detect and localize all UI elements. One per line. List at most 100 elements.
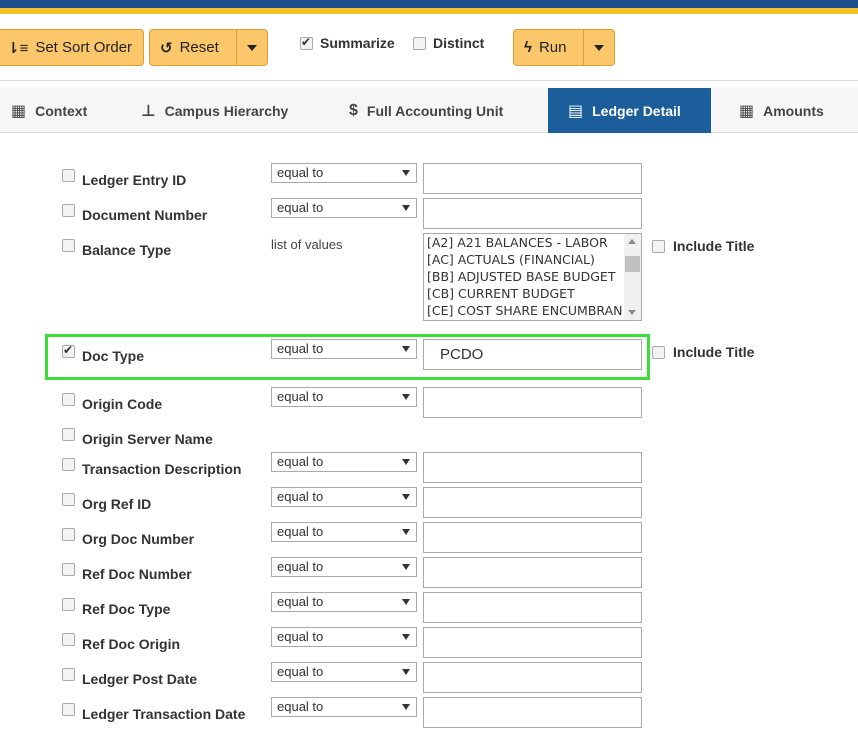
org-ref-id-input[interactable]	[423, 487, 642, 518]
sort-icon: ⇂≡	[7, 39, 29, 57]
doc-type-checkbox[interactable]	[62, 343, 75, 358]
operator-value: equal to	[277, 699, 324, 714]
ledger-transaction-date-label: Ledger Transaction Date	[82, 706, 246, 722]
balance-type-listbox[interactable]: [A2] A21 BALANCES - LABOR [AC] ACTUALS (…	[423, 233, 642, 321]
ledger-entry-id-checkbox[interactable]	[62, 169, 75, 182]
bolt-icon: ϟ	[524, 39, 532, 56]
sitemap-icon: ⊥	[141, 102, 156, 120]
document-number-checkbox[interactable]	[62, 204, 75, 217]
dollar-icon: $	[349, 101, 358, 119]
list-option[interactable]: [A2] A21 BALANCES - LABOR	[424, 234, 622, 251]
ref-doc-origin-label: Ref Doc Origin	[82, 636, 181, 652]
ref-doc-origin-checkbox[interactable]	[62, 633, 75, 646]
origin-code-operator-select[interactable]: equal to	[271, 387, 417, 407]
ref-doc-number-input[interactable]	[423, 557, 642, 588]
doc-type-input[interactable]: PCDO	[423, 339, 642, 370]
tab-campus-hierarchy[interactable]: ⊥ Campus Hierarchy	[141, 88, 288, 133]
document-number-input[interactable]	[423, 198, 642, 229]
distinct-label: Distinct	[433, 35, 485, 51]
doc-type-include-title-checkbox[interactable]	[652, 345, 665, 359]
reset-button[interactable]: ↺ Reset	[149, 29, 237, 66]
transaction-description-operator-select[interactable]: equal to	[271, 452, 417, 472]
include-title-label: Include Title	[673, 344, 755, 360]
ref-doc-type-checkbox[interactable]	[62, 598, 75, 611]
ref-doc-number-operator-select[interactable]: equal to	[271, 557, 417, 577]
list-option[interactable]: [BB] ADJUSTED BASE BUDGET	[424, 268, 622, 285]
caret-down-icon	[247, 44, 257, 51]
org-doc-number-checkbox[interactable]	[62, 528, 75, 541]
field-row-org-doc-number: Org Doc Number equal to	[0, 522, 858, 553]
field-row-org-ref-id: Org Ref ID equal to	[0, 487, 858, 518]
operator-value: equal to	[277, 454, 324, 469]
ref-doc-origin-operator-select[interactable]: equal to	[271, 627, 417, 647]
scroll-down-icon[interactable]	[628, 310, 636, 315]
run-button[interactable]: ϟ Run	[513, 29, 584, 66]
transaction-description-label: Transaction Description	[82, 461, 242, 477]
ledger-entry-id-label: Ledger Entry ID	[82, 172, 187, 188]
doc-type-operator-select[interactable]: equal to	[271, 339, 417, 359]
dropdown-arrow-icon	[402, 346, 410, 352]
field-row-balance-type: Balance Type list of values [A2] A21 BAL…	[0, 233, 858, 323]
operator-value: equal to	[277, 341, 324, 356]
reset-label: Reset	[179, 39, 219, 56]
summarize-checkbox[interactable]	[300, 35, 313, 50]
org-ref-id-operator-select[interactable]: equal to	[271, 487, 417, 507]
ledger-transaction-date-checkbox[interactable]	[62, 703, 75, 716]
list-option[interactable]: [AC] ACTUALS (FINANCIAL)	[424, 251, 622, 268]
org-doc-number-input[interactable]	[423, 522, 642, 553]
summarize-option[interactable]: Summarize	[300, 35, 395, 51]
origin-server-name-checkbox[interactable]	[62, 428, 75, 441]
ledger-transaction-date-input[interactable]	[423, 697, 642, 728]
ledger-post-date-operator-select[interactable]: equal to	[271, 662, 417, 682]
list-option[interactable]: [CE] COST SHARE ENCUMBRANCE	[424, 302, 622, 319]
ledger-entry-id-input[interactable]	[423, 163, 642, 194]
dropdown-arrow-icon	[402, 564, 410, 570]
operator-value: equal to	[277, 165, 324, 180]
org-ref-id-checkbox[interactable]	[62, 493, 75, 506]
set-sort-order-label: Set Sort Order	[35, 39, 133, 56]
balance-type-operator: list of values	[271, 237, 343, 252]
ref-doc-origin-input[interactable]	[423, 627, 642, 658]
ref-doc-type-input[interactable]	[423, 592, 642, 623]
distinct-option[interactable]: Distinct	[413, 35, 484, 51]
document-number-operator-select[interactable]: equal to	[271, 198, 417, 218]
reset-dropdown-button[interactable]	[236, 29, 268, 66]
field-row-ledger-entry-id: Ledger Entry ID equal to	[0, 163, 858, 194]
run-dropdown-button[interactable]	[583, 29, 615, 66]
scroll-up-icon[interactable]	[628, 239, 636, 244]
listbox-scrollbar[interactable]	[624, 234, 641, 320]
balance-type-checkbox[interactable]	[62, 239, 75, 252]
balance-type-include-title[interactable]: Include Title	[652, 238, 754, 254]
dropdown-arrow-icon	[402, 599, 410, 605]
field-row-ref-doc-number: Ref Doc Number equal to	[0, 557, 858, 588]
undo-icon: ↺	[160, 39, 173, 57]
ref-doc-type-operator-select[interactable]: equal to	[271, 592, 417, 612]
operator-value: equal to	[277, 200, 324, 215]
tab-context[interactable]: ▦ Context	[11, 88, 87, 133]
distinct-checkbox[interactable]	[413, 36, 426, 50]
ref-doc-type-label: Ref Doc Type	[82, 601, 171, 617]
list-option[interactable]: [CB] CURRENT BUDGET	[424, 285, 622, 302]
balance-type-include-title-checkbox[interactable]	[652, 239, 665, 253]
ledger-post-date-input[interactable]	[423, 662, 642, 693]
org-doc-number-operator-select[interactable]: equal to	[271, 522, 417, 542]
ledger-transaction-date-operator-select[interactable]: equal to	[271, 697, 417, 717]
ledger-entry-id-operator-select[interactable]: equal to	[271, 163, 417, 183]
field-row-doc-type: Doc Type equal to PCDO Include Title	[0, 339, 858, 370]
set-sort-order-button[interactable]: ⇂≡ Set Sort Order	[0, 29, 144, 66]
transaction-description-input[interactable]	[423, 452, 642, 483]
balance-type-label: Balance Type	[82, 242, 172, 258]
transaction-description-checkbox[interactable]	[62, 458, 75, 471]
doc-type-include-title[interactable]: Include Title	[652, 344, 754, 360]
field-row-origin-code: Origin Code equal to	[0, 387, 858, 418]
origin-code-checkbox[interactable]	[62, 393, 75, 406]
ledger-post-date-checkbox[interactable]	[62, 668, 75, 681]
tab-full-accounting-unit[interactable]: $ Full Accounting Unit	[349, 88, 503, 133]
ref-doc-number-checkbox[interactable]	[62, 563, 75, 576]
tab-ledger-detail[interactable]: ▤ Ledger Detail	[548, 88, 711, 133]
origin-code-input[interactable]	[423, 387, 642, 418]
dropdown-arrow-icon	[402, 529, 410, 535]
document-number-label: Document Number	[82, 207, 208, 223]
tab-amounts[interactable]: ▦ Amounts	[739, 88, 824, 133]
scroll-thumb[interactable]	[625, 256, 640, 272]
